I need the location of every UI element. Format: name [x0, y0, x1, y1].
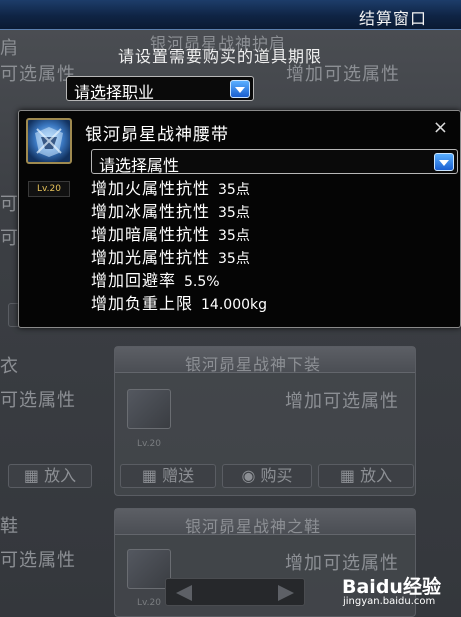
- chevron-down-icon[interactable]: [230, 80, 250, 98]
- belt-item-icon: [26, 118, 72, 164]
- bg-label-shoulder: 肩: [0, 38, 19, 59]
- put-button[interactable]: ▦ 放入: [318, 464, 414, 488]
- panel-title: 银河昴星战神下装: [185, 355, 322, 374]
- panel-attr-label: 增加可选属性: [285, 391, 399, 412]
- attribute-select-value: 请选择属性: [99, 156, 180, 175]
- title-bar: 结算窗口: [0, 0, 461, 30]
- prev-page-icon[interactable]: [176, 585, 192, 601]
- page-nav: [165, 578, 305, 606]
- bg-label-shoes: 鞋: [0, 516, 19, 537]
- attribute-options-list: 增加火属性抗性 35点 增加冰属性抗性 35点 增加暗属性抗性 35点 增加光属性抗性…: [91, 175, 459, 313]
- pants-thumbnail: [127, 389, 171, 429]
- level-badge: Lv.20: [28, 181, 70, 197]
- chevron-down-icon[interactable]: [434, 153, 454, 171]
- gift-button[interactable]: ▦ 赠送: [120, 464, 216, 488]
- attribute-popup: Lv.20 银河昴星战神腰带 × 请选择属性 增加火属性抗性 35点 增加冰属性抗…: [18, 110, 461, 328]
- close-icon[interactable]: ×: [433, 117, 448, 138]
- bg-attr-label: 可选属性: [0, 64, 76, 85]
- attribute-option[interactable]: 增加回避率 5.5%: [91, 267, 459, 290]
- bg-attr-label: 可选属性: [0, 390, 76, 411]
- attribute-select[interactable]: 请选择属性: [91, 149, 458, 175]
- watermark-brand: Baidu经验: [342, 576, 441, 598]
- job-select-value: 请选择职业: [74, 83, 155, 102]
- attribute-option[interactable]: 增加暗属性抗性 35点: [91, 221, 459, 244]
- gift-icon: ▦: [141, 466, 163, 485]
- next-page-icon[interactable]: [278, 585, 294, 601]
- baidu-watermark: Baidu经验 jingyan.baidu.com: [340, 572, 458, 614]
- bg-label-top-clothes: 衣: [0, 356, 19, 377]
- panel-level: Lv.20: [137, 598, 161, 608]
- bg-attr-label: 可选属性: [0, 550, 76, 571]
- grid-icon: ▦: [339, 466, 361, 485]
- attribute-option[interactable]: 增加冰属性抗性 35点: [91, 198, 459, 221]
- buy-button[interactable]: ◉ 购买: [222, 464, 312, 488]
- grid-icon: ▦: [23, 466, 45, 485]
- watermark-url: jingyan.baidu.com: [343, 596, 436, 607]
- item-name: 银河昴星战神腰带: [85, 125, 229, 145]
- job-select[interactable]: 请选择职业: [66, 76, 254, 102]
- instruction-text: 请设置需要购买的道具期限: [118, 47, 323, 66]
- bg-put-button[interactable]: ▦ 放入: [8, 464, 92, 488]
- cart-icon: ◉: [241, 466, 261, 485]
- window-title: 结算窗口: [358, 9, 427, 28]
- attribute-option[interactable]: 增加负重上限 14.000kg: [91, 290, 459, 313]
- panel-title: 银河昴星战神之鞋: [185, 517, 322, 536]
- attribute-option[interactable]: 增加光属性抗性 35点: [91, 244, 459, 267]
- attribute-option[interactable]: 增加火属性抗性 35点: [91, 175, 459, 198]
- panel-level: Lv.20: [137, 439, 161, 449]
